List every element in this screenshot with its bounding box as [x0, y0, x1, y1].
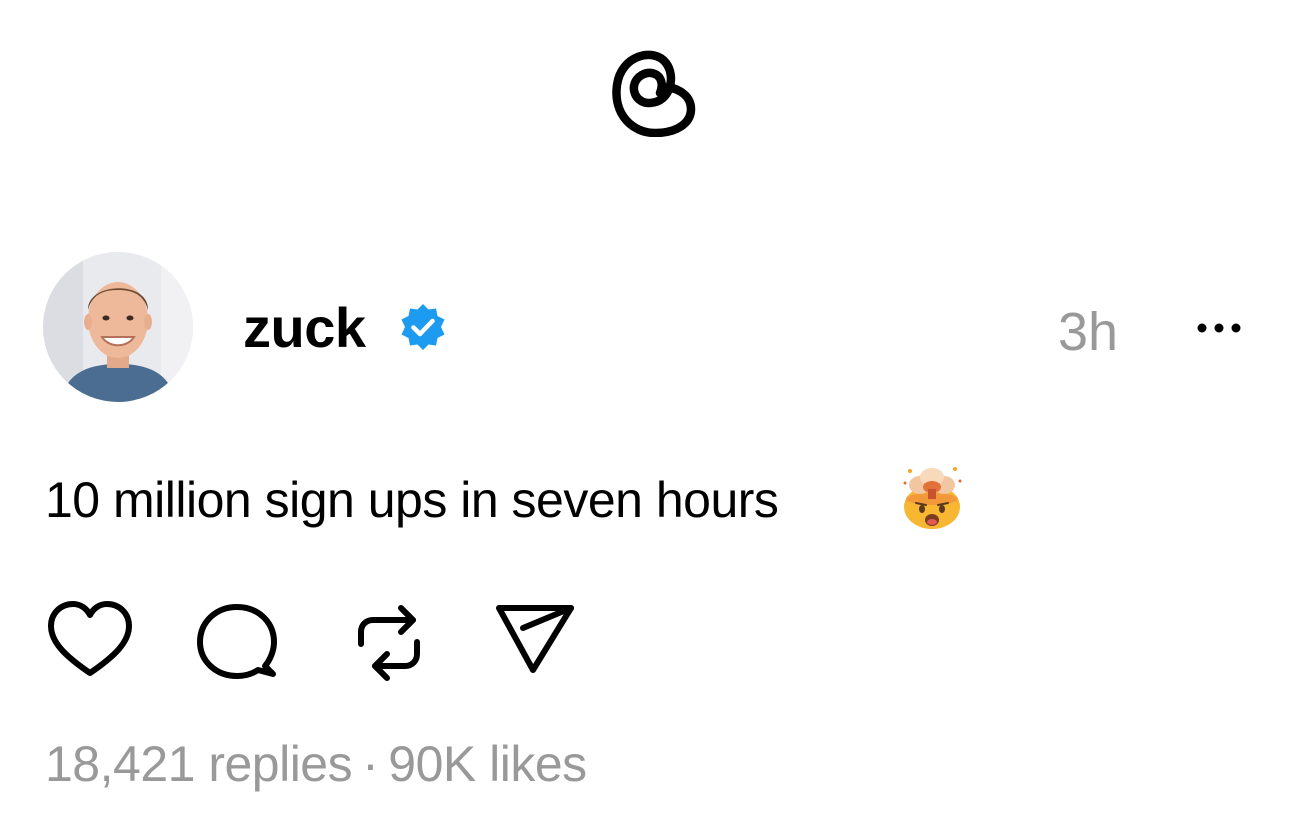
post-stats: 18,421 replies · 90K likes [45, 732, 587, 796]
comment-icon[interactable] [195, 598, 285, 688]
verified-badge-icon [398, 302, 448, 352]
stats-separator: · [362, 736, 379, 792]
post-text: 10 million sign ups in seven hours [45, 472, 779, 528]
more-horizontal-icon[interactable] [1192, 312, 1256, 344]
heart-icon[interactable] [45, 598, 135, 688]
username[interactable]: zuck [243, 296, 366, 360]
send-icon[interactable] [495, 598, 585, 688]
replies-count[interactable]: 18,421 replies [45, 736, 353, 792]
threads-logo-icon [609, 37, 697, 138]
likes-count[interactable]: 90K likes [388, 736, 587, 792]
post-timestamp: 3h [1058, 302, 1119, 362]
exploding-head-emoji [900, 463, 964, 531]
avatar[interactable] [43, 252, 193, 402]
repost-icon[interactable] [345, 598, 435, 688]
